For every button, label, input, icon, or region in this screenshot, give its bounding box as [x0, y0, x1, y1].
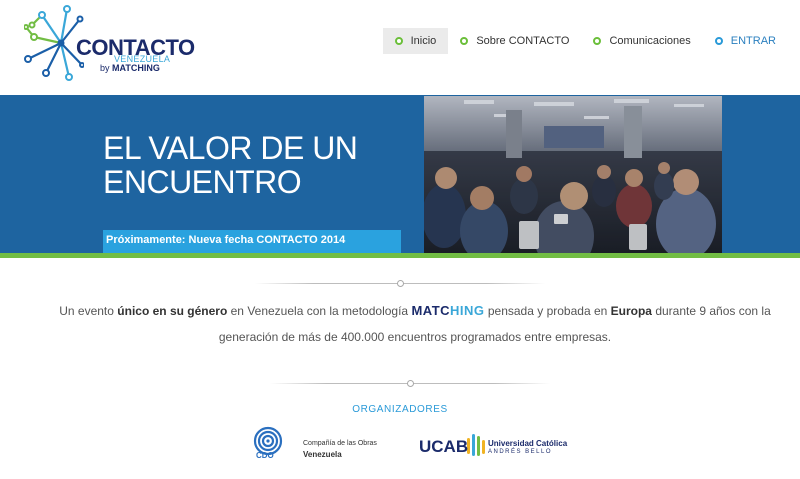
intro-part2: en Venezuela con la metodología	[227, 304, 412, 318]
nav-item-label: Inicio	[410, 35, 437, 47]
ucab-abbr: UCAB	[419, 437, 469, 456]
nav-item-comunicaciones[interactable]: Comunicaciones	[581, 28, 702, 54]
matching-brand-a: MATC	[411, 303, 451, 318]
intro-part3: pensada y probada en	[484, 304, 611, 318]
hero-title-line2: ENCUENTRO	[103, 164, 302, 200]
site-header: CONTACTO VENEZUELA by MATCHING Inicio So…	[0, 0, 800, 95]
logo-by-prefix: by	[100, 63, 110, 73]
intro-bold1: único en su género	[117, 304, 228, 318]
matching-brand: MATCHING	[411, 303, 484, 318]
main-nav: Inicio Sobre CONTACTO Comunicaciones ENT…	[382, 28, 788, 54]
matching-brand-b: HING	[450, 303, 485, 318]
nav-bullet-icon	[394, 37, 403, 45]
cdo-name-line2: Venezuela	[303, 450, 342, 459]
nav-bullet-icon	[714, 37, 723, 45]
ucab-name-line2: ANDRÉS BELLO	[488, 449, 553, 455]
logo-byline: by MATCHING	[100, 63, 160, 73]
divider-knob	[407, 380, 414, 387]
nav-bullet-icon	[593, 37, 602, 45]
hero-title: EL VALOR DE UN ENCUENTRO	[103, 131, 403, 199]
ucab-flame-icon	[467, 434, 485, 456]
contacto-logo[interactable]: CONTACTO VENEZUELA by MATCHING	[24, 5, 195, 85]
cdo-abbr: CDO	[256, 451, 274, 460]
nav-item-label: Sobre CONTACTO	[476, 35, 570, 47]
nav-item-entrar[interactable]: ENTRAR	[703, 28, 788, 54]
event-photo	[424, 96, 722, 253]
hero-title-line1: EL VALOR DE UN	[103, 130, 358, 166]
nav-item-label: ENTRAR	[730, 35, 776, 47]
nav-bullet-icon	[460, 37, 469, 45]
divider-knob	[397, 280, 404, 287]
nav-item-sobre-contacto[interactable]: Sobre CONTACTO	[448, 28, 581, 54]
organizers-heading: ORGANIZADORES	[352, 404, 448, 415]
ucab-name-line1: Universidad Católica	[488, 439, 568, 448]
cdo-name-line1: Compañía de las Obras	[303, 440, 377, 447]
logo-by-brand: MATCHING	[112, 63, 160, 73]
intro-bold2: Europa	[610, 304, 652, 318]
intro-text: Un evento único en su género en Venezuel…	[50, 298, 780, 350]
intro-part1: Un evento	[59, 304, 118, 318]
hero-green-stripe	[0, 253, 800, 258]
network-logo-icon	[24, 5, 84, 81]
nav-item-inicio[interactable]: Inicio	[382, 28, 449, 54]
nav-item-label: Comunicaciones	[609, 35, 691, 47]
announcement-bar[interactable]: Próximamente: Nueva fecha CONTACTO 2014	[103, 230, 401, 253]
